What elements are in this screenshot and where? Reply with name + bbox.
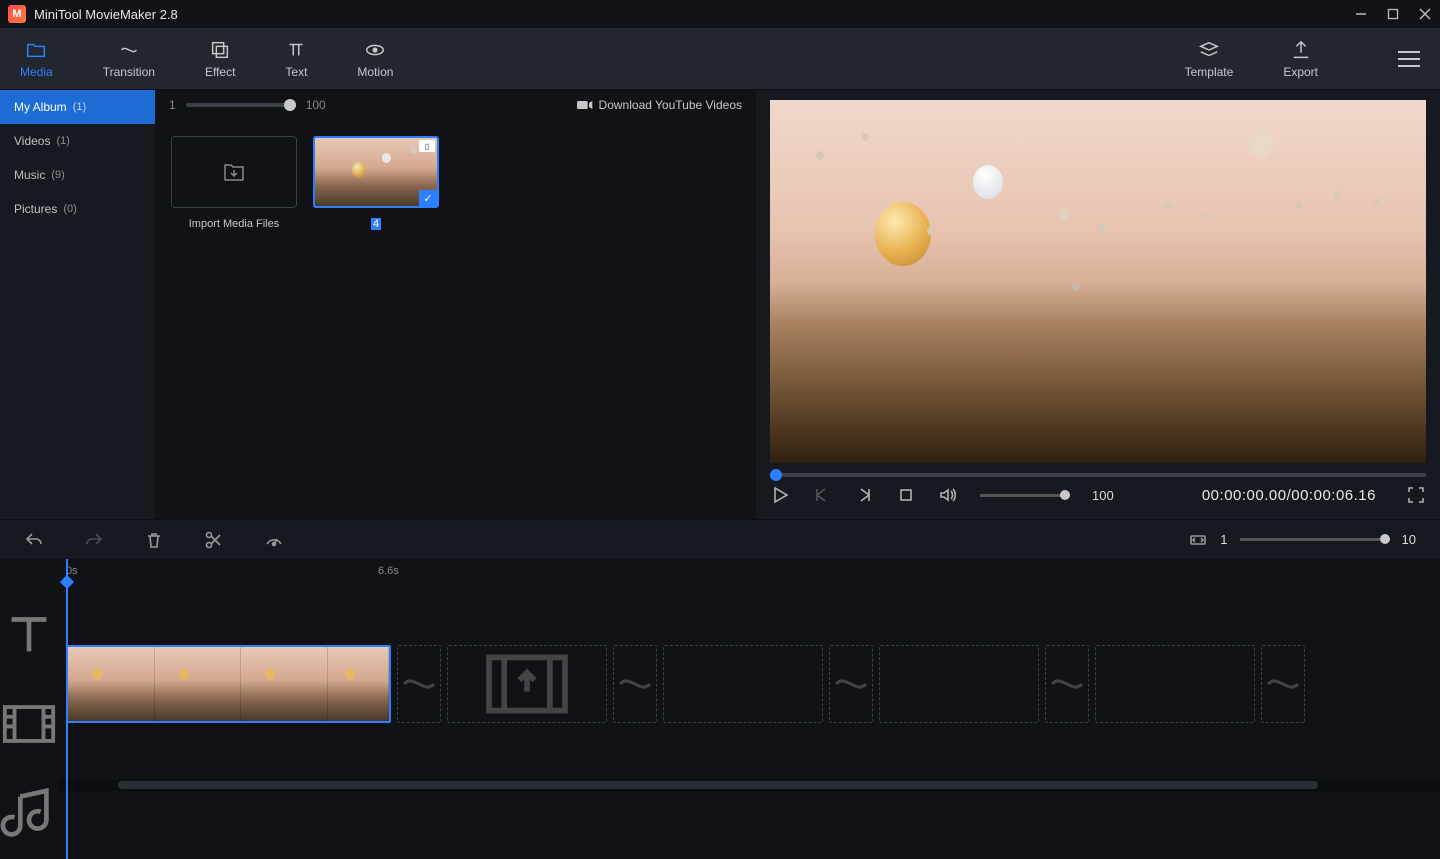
- zoom-min-label: 1: [169, 98, 176, 112]
- volume-icon[interactable]: [938, 485, 958, 505]
- video-placeholder[interactable]: [1095, 645, 1255, 723]
- video-download-icon: [577, 99, 593, 111]
- sidebar-item-label: Videos: [14, 134, 50, 148]
- media-clip-thumbnail[interactable]: ▯ ✓: [313, 136, 439, 208]
- sidebar-item-count: (0): [63, 203, 76, 215]
- folder-download-icon: [220, 160, 248, 184]
- preview-viewport: [770, 100, 1426, 463]
- ruler-mark: 6.6s: [378, 565, 399, 577]
- video-track[interactable]: [58, 644, 1440, 724]
- import-media-button[interactable]: [171, 136, 297, 208]
- undo-button[interactable]: [24, 530, 44, 550]
- prev-frame-button[interactable]: [812, 485, 832, 505]
- video-placeholder[interactable]: [663, 645, 823, 723]
- timeline-zoom-min: 1: [1220, 532, 1227, 547]
- delete-button[interactable]: [144, 530, 164, 550]
- transition-placeholder[interactable]: [829, 645, 873, 723]
- next-frame-button[interactable]: [854, 485, 874, 505]
- stop-button[interactable]: [896, 485, 916, 505]
- video-placeholder[interactable]: [879, 645, 1039, 723]
- timeline-toolbar: 1 10: [0, 519, 1440, 559]
- audio-track[interactable]: [58, 724, 1440, 779]
- app-logo-icon: M: [8, 5, 26, 23]
- tab-text-label: Text: [285, 65, 307, 79]
- audio-track-icon[interactable]: [0, 769, 58, 859]
- media-header: 1 100 Download YouTube Videos: [155, 90, 756, 120]
- template-icon: [1198, 39, 1220, 61]
- preview-seek-bar[interactable]: [770, 473, 1426, 477]
- video-track-icon[interactable]: [0, 679, 58, 769]
- template-button[interactable]: Template: [1185, 39, 1234, 79]
- thumbnail-zoom-slider[interactable]: [186, 103, 296, 107]
- sidebar-item-label: My Album: [14, 100, 67, 114]
- transition-placeholder[interactable]: [1261, 645, 1305, 723]
- main-toolbar: Media Transition Effect Text Motion Temp…: [0, 28, 1440, 90]
- fit-timeline-button[interactable]: [1188, 530, 1208, 550]
- timeline-zoom-max: 10: [1402, 532, 1416, 547]
- motion-icon: [364, 39, 386, 61]
- play-button[interactable]: [770, 485, 790, 505]
- sidebar-item-pictures[interactable]: Pictures (0): [0, 192, 155, 226]
- tab-effect[interactable]: Effect: [205, 39, 235, 79]
- timeline-ruler[interactable]: 0s 6.6s: [58, 559, 1440, 589]
- tab-motion-label: Motion: [357, 65, 393, 79]
- video-badge-icon: ▯: [419, 140, 435, 152]
- zoom-max-label: 100: [306, 98, 326, 112]
- split-button[interactable]: [204, 530, 224, 550]
- menu-button[interactable]: [1398, 51, 1420, 67]
- tab-effect-label: Effect: [205, 65, 235, 79]
- folder-icon: [25, 39, 47, 61]
- transition-placeholder[interactable]: [613, 645, 657, 723]
- close-button[interactable]: [1418, 7, 1432, 21]
- sidebar-item-label: Pictures: [14, 202, 57, 216]
- timeline-scrollbar[interactable]: [58, 779, 1440, 791]
- time-display: 00:00:00.00/00:00:06.16: [1202, 487, 1376, 504]
- transition-placeholder[interactable]: [1045, 645, 1089, 723]
- title-bar: M MiniTool MovieMaker 2.8: [0, 0, 1440, 28]
- import-media-label: Import Media Files: [171, 218, 297, 230]
- template-label: Template: [1185, 65, 1234, 79]
- app-title: MiniTool MovieMaker 2.8: [34, 7, 1354, 22]
- speed-button[interactable]: [264, 530, 284, 550]
- sidebar-item-count: (1): [73, 101, 86, 113]
- text-icon: [285, 39, 307, 61]
- sidebar-item-count: (9): [51, 169, 64, 181]
- export-button[interactable]: Export: [1283, 39, 1318, 79]
- text-track[interactable]: [58, 589, 1440, 644]
- sidebar-item-myalbum[interactable]: My Album (1): [0, 90, 155, 124]
- video-placeholder[interactable]: [447, 645, 607, 723]
- effect-icon: [209, 39, 231, 61]
- download-youtube-link[interactable]: Download YouTube Videos: [577, 98, 742, 112]
- volume-value: 100: [1092, 488, 1114, 503]
- download-youtube-label: Download YouTube Videos: [599, 98, 742, 112]
- export-icon: [1290, 39, 1312, 61]
- sidebar-item-music[interactable]: Music (9): [0, 158, 155, 192]
- tab-motion[interactable]: Motion: [357, 39, 393, 79]
- timeline: 0s 6.6s: [0, 559, 1440, 859]
- playhead[interactable]: [66, 559, 68, 859]
- checkmark-icon: ✓: [419, 190, 437, 206]
- volume-slider[interactable]: [980, 494, 1070, 497]
- minimize-button[interactable]: [1354, 7, 1368, 21]
- timeline-zoom-slider[interactable]: [1240, 538, 1390, 541]
- tab-transition[interactable]: Transition: [103, 39, 155, 79]
- media-clip-name[interactable]: 4: [371, 218, 381, 230]
- timeline-video-clip[interactable]: [66, 645, 391, 723]
- maximize-button[interactable]: [1386, 7, 1400, 21]
- transition-placeholder[interactable]: [397, 645, 441, 723]
- tab-transition-label: Transition: [103, 65, 155, 79]
- redo-button[interactable]: [84, 530, 104, 550]
- export-label: Export: [1283, 65, 1318, 79]
- text-track-icon[interactable]: [0, 589, 58, 679]
- media-sidebar: My Album (1) Videos (1) Music (9) Pictures (…: [0, 90, 155, 519]
- fullscreen-button[interactable]: [1406, 485, 1426, 505]
- sidebar-item-videos[interactable]: Videos (1): [0, 124, 155, 158]
- tab-media[interactable]: Media: [20, 39, 53, 79]
- tab-text[interactable]: Text: [285, 39, 307, 79]
- tab-media-label: Media: [20, 65, 53, 79]
- sidebar-item-label: Music: [14, 168, 45, 182]
- sidebar-item-count: (1): [56, 135, 69, 147]
- transition-icon: [118, 39, 140, 61]
